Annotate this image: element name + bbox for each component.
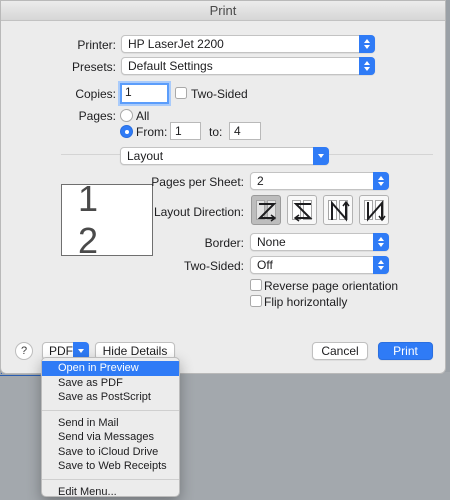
menu-separator xyxy=(42,478,179,480)
cancel-button[interactable]: Cancel xyxy=(312,342,368,360)
menu-item-open-in-preview[interactable]: Open in Preview xyxy=(42,361,179,376)
layout-direction-label: Layout Direction: xyxy=(153,205,244,219)
pages-to-label: to: xyxy=(209,125,223,139)
flip-horizontally-label: Flip horizontally xyxy=(264,295,348,309)
printer-value: HP LaserJet 2200 xyxy=(128,37,224,51)
pages-per-sheet-stepper-icon xyxy=(373,172,389,190)
pages-from-radio[interactable] xyxy=(120,125,133,138)
two-sided-label: Two-Sided xyxy=(191,87,248,101)
border-label: Border: xyxy=(204,236,244,250)
s-arrow-icon xyxy=(293,203,313,222)
z-arrow-icon xyxy=(257,203,277,222)
reverse-orientation-checkbox[interactable] xyxy=(250,279,262,291)
help-button[interactable]: ? xyxy=(15,342,33,360)
menu-item-save-as-pdf[interactable]: Save as PDF xyxy=(42,376,179,391)
border-select[interactable]: None xyxy=(250,233,389,251)
border-stepper-icon xyxy=(373,233,389,251)
pdf-dropdown-menu: Open in Preview Save as PDF Save as Post… xyxy=(41,357,180,497)
printer-stepper-icon xyxy=(359,35,375,53)
pages-per-sheet-select[interactable]: 2 xyxy=(250,172,389,190)
menu-item-send-in-mail[interactable]: Send in Mail xyxy=(42,416,179,431)
print-button[interactable]: Print xyxy=(378,342,433,360)
section-chevron-icon xyxy=(313,147,329,165)
layout-direction-z-button[interactable] xyxy=(251,195,281,225)
window-title: Print xyxy=(1,1,445,21)
n-reverse-arrow-icon xyxy=(367,200,386,222)
pages-to-input[interactable]: 4 xyxy=(229,122,261,140)
pages-from-label: From: xyxy=(136,125,168,139)
menu-item-save-as-postscript[interactable]: Save as PostScript xyxy=(42,390,179,405)
layout-direction-n-reverse-button[interactable] xyxy=(359,195,389,225)
pages-label: Pages: xyxy=(78,109,116,123)
section-value: Layout xyxy=(127,149,164,163)
layout-direction-n-button[interactable] xyxy=(323,195,353,225)
layout-two-sided-select[interactable]: Off xyxy=(250,256,389,274)
menu-separator xyxy=(42,409,179,411)
pages-all-label: All xyxy=(136,109,150,123)
section-select[interactable]: Layout xyxy=(120,147,329,165)
printer-select[interactable]: HP LaserJet 2200 xyxy=(121,35,375,53)
layout-preview: 1 2 xyxy=(61,178,153,261)
menu-item-send-via-messages[interactable]: Send via Messages xyxy=(42,430,179,445)
layout-two-sided-stepper-icon xyxy=(373,256,389,274)
pdf-label: PDF xyxy=(49,344,73,358)
copies-label: Copies: xyxy=(75,87,116,101)
layout-direction-s-button[interactable] xyxy=(287,195,317,225)
copies-input[interactable]: 1 xyxy=(120,83,169,104)
pages-from-input[interactable]: 1 xyxy=(170,122,201,140)
presets-value: Default Settings xyxy=(128,59,213,73)
menu-item-edit-menu[interactable]: Edit Menu... xyxy=(42,485,179,497)
presets-label: Presets: xyxy=(71,60,116,74)
menu-item-save-to-icloud-drive[interactable]: Save to iCloud Drive xyxy=(42,445,179,460)
presets-select[interactable]: Default Settings xyxy=(121,57,375,75)
presets-stepper-icon xyxy=(359,57,375,75)
print-dialog: Print Printer: HP LaserJet 2200 Presets:… xyxy=(0,0,446,374)
pages-all-radio[interactable] xyxy=(120,109,133,122)
pages-per-sheet-value: 2 xyxy=(257,174,264,188)
border-value: None xyxy=(257,235,286,249)
n-arrow-icon xyxy=(331,200,350,222)
layout-two-sided-label: Two-Sided: xyxy=(183,259,244,273)
printer-label: Printer: xyxy=(77,38,116,52)
reverse-orientation-label: Reverse page orientation xyxy=(264,279,399,293)
menu-item-save-to-web-receipts[interactable]: Save to Web Receipts xyxy=(42,459,179,474)
two-sided-checkbox[interactable] xyxy=(175,87,187,99)
flip-horizontally-checkbox[interactable] xyxy=(250,295,262,307)
layout-two-sided-value: Off xyxy=(257,258,273,272)
pages-per-sheet-label: Pages per Sheet: xyxy=(151,175,244,189)
